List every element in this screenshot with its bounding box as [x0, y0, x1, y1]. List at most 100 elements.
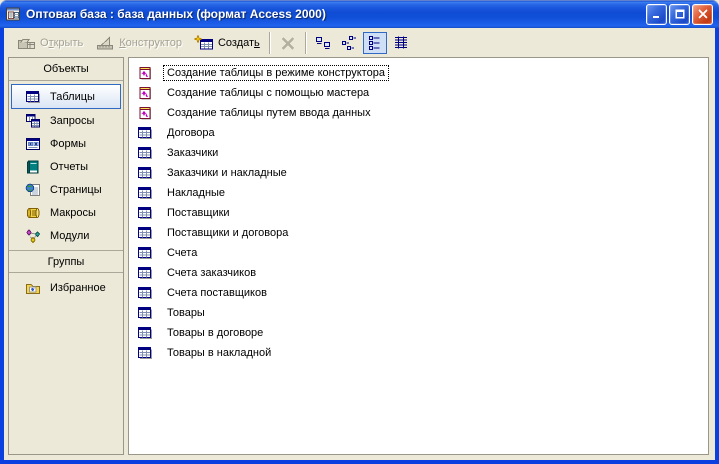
list-item-label: Заказчики	[167, 147, 219, 159]
pages-icon	[25, 182, 41, 198]
table-icon	[137, 245, 153, 261]
list-item-table[interactable]: Счета заказчиков	[136, 263, 704, 283]
list-item-label: Поставщики	[167, 207, 230, 219]
list-item-table[interactable]: Договора	[136, 123, 704, 143]
objects-sidebar: Объекты Таблицы Запросы Формы Отчеты Стр…	[8, 57, 124, 455]
list-item-label: Заказчики и накладные	[167, 167, 287, 179]
list-item-new-design[interactable]: Создание таблицы в режиме конструктора	[136, 63, 704, 83]
list-item-table[interactable]: Товары в накладной	[136, 343, 704, 363]
toolbar: Открыть Конструктор Создать	[4, 28, 715, 57]
macros-icon	[25, 205, 41, 221]
list-item-table[interactable]: Счета	[136, 243, 704, 263]
maximize-button[interactable]	[669, 3, 690, 25]
create-button[interactable]: Создать	[188, 31, 266, 55]
table-icon	[137, 205, 153, 221]
sidebar-item-modules[interactable]: Модули	[11, 224, 121, 247]
details-view-icon	[393, 35, 409, 51]
sidebar-item-tables[interactable]: Таблицы	[11, 84, 121, 109]
list-item-table[interactable]: Поставщики	[136, 203, 704, 223]
close-button[interactable]	[692, 3, 713, 25]
list-item-label: Поставщики и договора	[167, 227, 289, 239]
sidebar-item-label: Формы	[50, 137, 87, 150]
favorites-folder-icon	[25, 280, 41, 296]
list-item-new-wizard[interactable]: Создание таблицы с помощью мастера	[136, 83, 704, 103]
view-details-button[interactable]	[389, 32, 413, 54]
large-icons-icon	[315, 35, 331, 51]
list-item-table[interactable]: Счета поставщиков	[136, 283, 704, 303]
table-icon	[137, 305, 153, 321]
list-item-label: Создание таблицы путем ввода данных	[167, 107, 371, 119]
list-item-table[interactable]: Товары в договоре	[136, 323, 704, 343]
design-view-icon	[95, 35, 115, 51]
objects-header: Объекты	[9, 58, 123, 81]
create-button-label: Создать	[217, 36, 260, 49]
list-item-label: Товары	[167, 307, 205, 319]
sidebar-item-label: Модули	[50, 229, 90, 242]
groups-list: Избранное	[9, 273, 123, 299]
forms-icon	[25, 136, 41, 152]
view-list-button[interactable]	[362, 31, 387, 54]
view-small-icons-button[interactable]	[337, 32, 361, 54]
list-item-label: Создание таблицы в режиме конструктора	[163, 65, 389, 81]
caption-buttons	[646, 3, 713, 25]
sidebar-item-macros[interactable]: Макросы	[11, 201, 121, 224]
toolbar-separator	[268, 31, 271, 54]
list-item-label: Счета поставщиков	[167, 287, 267, 299]
objects-list: Таблицы Запросы Формы Отчеты Страницы Ма…	[9, 81, 123, 247]
minimize-button[interactable]	[646, 3, 667, 25]
table-icon	[137, 145, 153, 161]
list-item-label: Товары в договоре	[167, 327, 264, 339]
groups-header: Группы	[9, 250, 123, 273]
db-window-icon	[5, 6, 21, 22]
list-item-table[interactable]: Заказчики	[136, 143, 704, 163]
sidebar-item-label: Таблицы	[50, 90, 95, 103]
sidebar-item-label: Отчеты	[50, 160, 89, 173]
sidebar-item-favorites[interactable]: Избранное	[11, 276, 121, 299]
sidebar-item-label: Избранное	[50, 281, 106, 294]
sidebar-item-pages[interactable]: Страницы	[11, 178, 121, 201]
new-table-wizard-icon	[137, 85, 153, 101]
view-large-icons-button[interactable]	[311, 32, 335, 54]
sidebar-item-forms[interactable]: Формы	[11, 132, 121, 155]
table-icon	[25, 89, 41, 105]
delete-button[interactable]	[274, 31, 302, 55]
sidebar-item-label: Макросы	[50, 206, 96, 219]
window-frame: Открыть Конструктор Создать Объекты Табл…	[0, 28, 719, 464]
delete-x-icon	[280, 35, 296, 51]
list-item-label: Счета заказчиков	[167, 267, 257, 279]
table-icon	[137, 345, 153, 361]
design-button-label: Конструктор	[119, 36, 182, 49]
sidebar-item-queries[interactable]: Запросы	[11, 109, 121, 132]
list-item-label: Договора	[167, 127, 215, 139]
sidebar-item-label: Страницы	[50, 183, 102, 196]
sidebar-item-label: Запросы	[50, 114, 95, 127]
open-table-icon	[16, 35, 36, 51]
table-icon	[137, 125, 153, 141]
table-icon	[137, 325, 153, 341]
sidebar-item-reports[interactable]: Отчеты	[11, 155, 121, 178]
new-table-wizard-icon	[137, 65, 153, 81]
table-icon	[137, 165, 153, 181]
toolbar-separator	[304, 31, 307, 54]
list-item-label: Накладные	[167, 187, 226, 199]
list-item-table[interactable]: Заказчики и накладные	[136, 163, 704, 183]
design-button[interactable]: Конструктор	[89, 31, 188, 55]
new-table-wizard-icon	[137, 105, 153, 121]
modules-icon	[25, 228, 41, 244]
list-item-new-datasheet[interactable]: Создание таблицы путем ввода данных	[136, 103, 704, 123]
new-object-icon	[194, 35, 214, 51]
list-item-label: Счета	[167, 247, 198, 259]
list-view-icon	[367, 35, 383, 51]
open-button[interactable]: Открыть	[10, 31, 89, 55]
small-icons-icon	[341, 35, 357, 51]
queries-icon	[25, 113, 41, 129]
list-item-table[interactable]: Поставщики и договора	[136, 223, 704, 243]
access-database-window: Оптовая база : база данных (формат Acces…	[0, 0, 719, 464]
minimize-icon	[651, 8, 663, 20]
list-item-table[interactable]: Накладные	[136, 183, 704, 203]
tables-list-panel: Создание таблицы в режиме конструктора С…	[128, 57, 709, 455]
close-icon	[697, 8, 709, 20]
maximize-icon	[674, 8, 686, 20]
list-item-table[interactable]: Товары	[136, 303, 704, 323]
list-item-label: Создание таблицы с помощью мастера	[167, 87, 370, 99]
